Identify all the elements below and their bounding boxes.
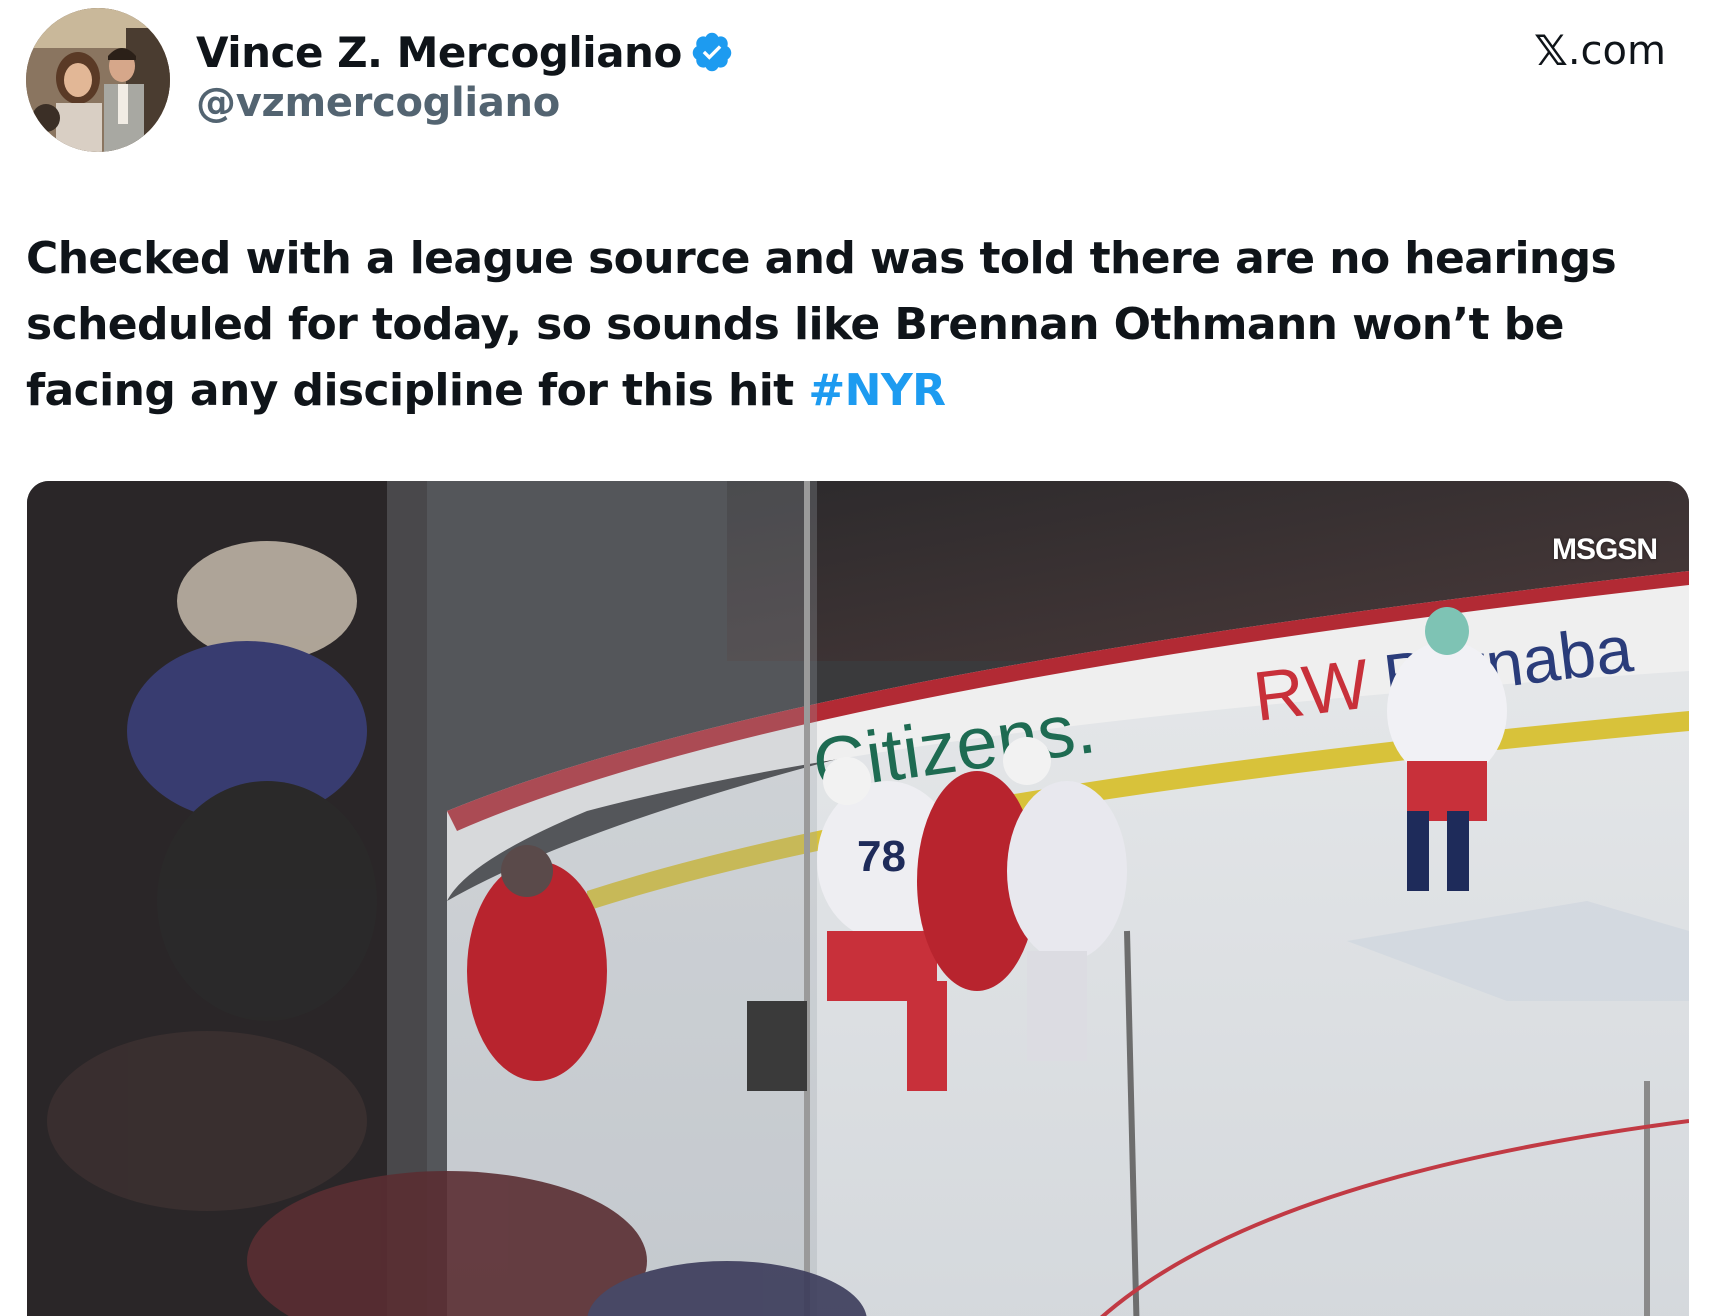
broadcaster-logo: MSGSN <box>1551 533 1658 566</box>
hockey-video-frame: Citizens. RW Barnaba 78 <box>27 481 1689 1316</box>
author-handle[interactable]: @vzmercogliano <box>196 80 734 126</box>
avatar-photo <box>26 8 170 152</box>
source-label[interactable]: 𝕏 .com <box>1534 26 1666 75</box>
hashtag-link[interactable]: #NYR <box>808 365 946 416</box>
source-domain: .com <box>1567 27 1666 74</box>
x-logo-icon: 𝕏 <box>1534 26 1568 75</box>
display-name[interactable]: Vince Z. Mercogliano <box>196 28 682 77</box>
tweet-media-video[interactable]: Citizens. RW Barnaba 78 MSGSN <box>27 481 1689 1316</box>
tweet-card: Vince Z. Mercogliano @vzmercogliano 𝕏 .co… <box>0 0 1718 1316</box>
svg-text:78: 78 <box>857 832 906 881</box>
author-identity: Vince Z. Mercogliano @vzmercogliano <box>196 24 734 126</box>
tweet-text: Checked with a league source and was tol… <box>26 226 1686 424</box>
display-name-row: Vince Z. Mercogliano <box>196 24 734 80</box>
avatar[interactable] <box>26 8 170 152</box>
verified-badge-icon <box>690 30 734 74</box>
svg-text:RW: RW <box>1249 644 1373 735</box>
